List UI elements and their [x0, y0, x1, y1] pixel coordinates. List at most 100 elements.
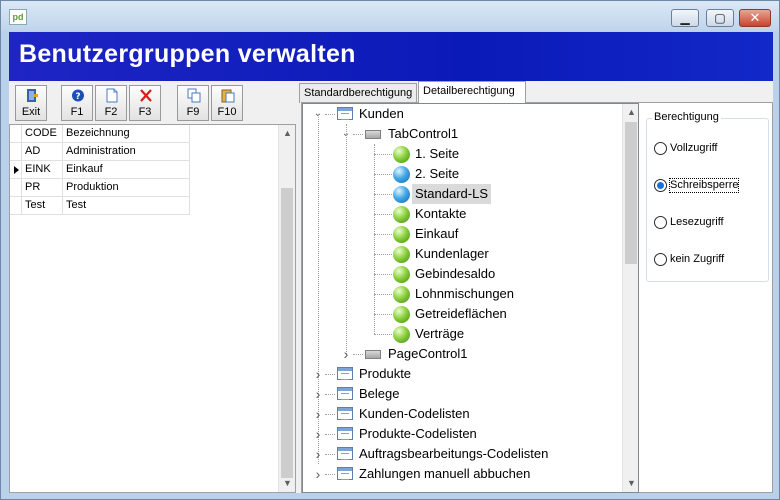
tree-node-page[interactable]: 1. Seite	[303, 144, 621, 164]
tree-node-label: Kontakte	[415, 206, 467, 221]
tree-node-root[interactable]: › Belege	[303, 384, 621, 404]
status-ball-green-icon	[393, 286, 410, 303]
left-panel: Exit ? F1 F2 F3 F9 F10 CODE Bezeichnung AD Admini…	[9, 81, 296, 493]
tab-control-icon	[365, 350, 381, 359]
toolbar-button-label: F10	[217, 106, 237, 118]
status-ball-green-icon	[393, 146, 410, 163]
status-ball-blue-icon	[393, 186, 410, 203]
tree-node-pagecontrol[interactable]: › PageControl1	[303, 344, 621, 364]
toolbar-button-label: F1	[70, 106, 84, 118]
tree-node-label: Standard-LS	[412, 184, 491, 204]
tree-node-page[interactable]: Verträge	[303, 324, 621, 344]
tree-node-page[interactable]: Einkauf	[303, 224, 621, 244]
tree-node-page[interactable]: Standard-LS	[303, 184, 621, 204]
toolbar-button-f10[interactable]: F10	[211, 85, 243, 121]
chevron-right-icon[interactable]: ›	[313, 444, 323, 464]
clipboard-icon	[221, 88, 235, 103]
tree-node-page[interactable]: Kontakte	[303, 204, 621, 224]
status-ball-green-icon	[393, 246, 410, 263]
tree-node-root[interactable]: › Produkte-Codelisten	[303, 424, 621, 444]
close-icon: ✕	[749, 10, 761, 25]
tree-node-label: Gebindesaldo	[415, 266, 496, 281]
chevron-right-icon[interactable]: ›	[313, 384, 323, 404]
tree-node-root[interactable]: › Zahlungen manuell abbuchen	[303, 464, 621, 484]
tree-node-root[interactable]: › Auftragsbearbeitungs-Codelisten	[303, 444, 621, 464]
tree-vertical-scrollbar[interactable]: ▲ ▼	[622, 104, 638, 492]
tree-node-kunden[interactable]: ⌄ Kunden	[303, 104, 621, 124]
tree-node-label: Kunden-Codelisten	[359, 406, 470, 421]
cell-name: Einkauf	[63, 161, 190, 179]
grid-scroll-thumb[interactable]	[281, 188, 293, 478]
toolbar-button-f1[interactable]: ? F1	[61, 85, 93, 121]
chevron-right-icon[interactable]: ›	[341, 344, 351, 364]
chevron-right-icon[interactable]: ›	[313, 364, 323, 384]
status-ball-green-icon	[393, 326, 410, 343]
column-header-name: Bezeichnung	[63, 125, 190, 143]
radio-button-icon[interactable]	[654, 179, 667, 192]
maximize-button[interactable]: ▢	[706, 9, 734, 27]
form-icon	[337, 467, 353, 480]
status-ball-green-icon	[393, 266, 410, 283]
tree-node-label: Zahlungen manuell abbuchen	[359, 466, 531, 481]
grid-vertical-scrollbar[interactable]: ▲ ▼	[278, 125, 295, 492]
tree-node-label: Kundenlager	[415, 246, 489, 261]
tree-node-page[interactable]: Kundenlager	[303, 244, 621, 264]
tree-node-label: 2. Seite	[415, 166, 460, 181]
tree-node-page[interactable]: Getreideflächen	[303, 304, 621, 324]
scroll-down-icon[interactable]: ▼	[279, 475, 296, 492]
tree-node-label: Produkte-Codelisten	[359, 426, 477, 441]
tree-node-label: Verträge	[415, 326, 465, 341]
form-icon	[337, 427, 353, 440]
title-bar[interactable]: pd ▁ ▢ ✕	[1, 1, 779, 31]
tree-connector-line	[353, 134, 363, 135]
scroll-down-icon[interactable]: ▼	[623, 475, 638, 492]
current-row-indicator-icon	[10, 161, 22, 179]
form-icon	[337, 407, 353, 420]
tab-standardberechtigung[interactable]: Standardberechtigung	[299, 83, 417, 103]
minimize-button[interactable]: ▁	[671, 9, 699, 27]
tree-node-root[interactable]: › Produkte	[303, 364, 621, 384]
tree-node-label: Kunden	[359, 106, 404, 121]
toolbar-button-label: F9	[186, 106, 200, 118]
toolbar-button-f3[interactable]: F3	[129, 85, 161, 121]
column-header-code: CODE	[22, 125, 63, 143]
cell-code: Test	[22, 197, 63, 215]
app-icon: pd	[9, 9, 27, 25]
radio-button-icon[interactable]	[654, 253, 667, 266]
radio-label: Lesezugriff	[670, 216, 724, 228]
exit-door-icon	[25, 88, 39, 103]
tree-node-page[interactable]: Gebindesaldo	[303, 264, 621, 284]
chevron-right-icon[interactable]: ›	[313, 424, 323, 444]
scroll-up-icon[interactable]: ▲	[279, 125, 296, 142]
form-icon	[337, 107, 353, 120]
tree-node-label: Einkauf	[415, 226, 459, 241]
tree-node-page[interactable]: Lohnmischungen	[303, 284, 621, 304]
group-grid[interactable]: CODE Bezeichnung AD Administration EINK Einka…	[9, 124, 296, 493]
form-icon	[337, 367, 353, 380]
chevron-right-icon[interactable]: ›	[313, 464, 323, 484]
row-indicator	[10, 197, 22, 215]
detail-tab-page: ▲ ▼ ⌄ Kunden ⌄ TabControl1 1. Seite 2. Seite S…	[301, 102, 773, 493]
chevron-right-icon[interactable]: ›	[313, 404, 323, 424]
radio-button-icon[interactable]	[654, 216, 667, 229]
scroll-up-icon[interactable]: ▲	[623, 104, 638, 121]
permission-tree[interactable]: ▲ ▼ ⌄ Kunden ⌄ TabControl1 1. Seite 2. Seite S…	[302, 103, 639, 493]
tree-node-tabcontrol[interactable]: ⌄ TabControl1	[303, 124, 621, 144]
tree-node-root[interactable]: › Kunden-Codelisten	[303, 404, 621, 424]
tab-detailberechtigung[interactable]: Detailberechtigung	[418, 81, 526, 103]
tree-node-label: Produkte	[359, 366, 412, 381]
toolbar-button-f2[interactable]: F2	[95, 85, 127, 121]
toolbar-button-exit[interactable]: Exit	[15, 85, 47, 121]
toolbar-button-f9[interactable]: F9	[177, 85, 209, 121]
row-indicator	[10, 179, 22, 197]
tree-scroll-thumb[interactable]	[625, 122, 637, 264]
status-ball-green-icon	[393, 226, 410, 243]
status-ball-blue-icon	[393, 166, 410, 183]
radio-label: Schreibsperre	[668, 178, 740, 193]
toolbar-button-label: Exit	[21, 106, 41, 118]
radio-button-icon[interactable]	[654, 142, 667, 155]
tree-node-label: Getreideflächen	[415, 306, 507, 321]
tree-node-label: Lohnmischungen	[415, 286, 515, 301]
tree-node-page[interactable]: 2. Seite	[303, 164, 621, 184]
close-button[interactable]: ✕	[739, 9, 771, 27]
